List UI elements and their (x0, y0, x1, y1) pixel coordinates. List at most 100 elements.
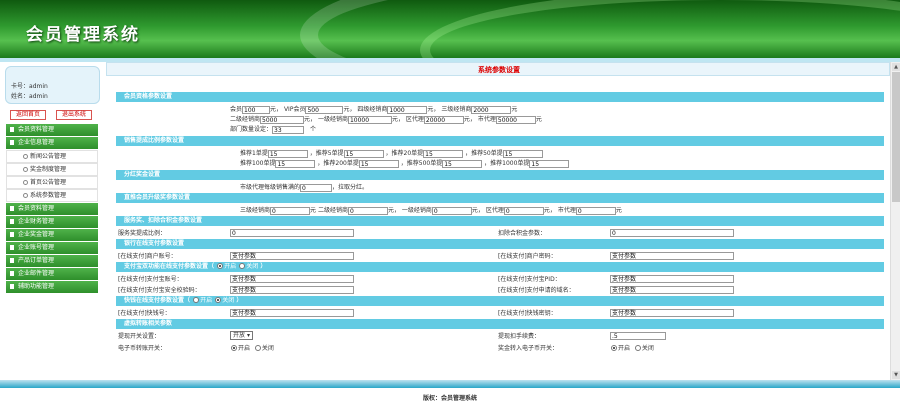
section-sales: 推荐1单提 15 ，推荐5单提 15 ，推荐20单提 15 ，推荐50单提 15 推荐1… (116, 146, 884, 170)
doc-icon (10, 245, 14, 250)
bonus-to-ecoin-off-radio[interactable] (634, 345, 641, 351)
direct-d3-input[interactable]: 0 (270, 206, 311, 215)
section-basic: 会员 100 元， VIP会员 500 元， 四级经销商 1000 元， 三级经销商 2000… (116, 102, 884, 136)
section-pay1: [在线支付]商户账号： 支付参数 [在线支付]商户密码： 支付参数 (116, 249, 884, 262)
vip-fee-input[interactable]: 500 (305, 105, 344, 114)
dist2-fee-input[interactable]: 5000 (260, 115, 305, 124)
page-title-bar: 系统参数设置 (106, 62, 890, 76)
section-header-bonus: 分红奖金设置 (116, 170, 884, 180)
dist3-fee-input[interactable]: 2000 (471, 105, 512, 114)
sidebar-sub-system-params[interactable]: 系统参数管理 (6, 189, 98, 202)
radio-icon (23, 180, 28, 185)
alipay-pid-input[interactable]: 支付参数 (610, 275, 734, 283)
sales-r2c1-input[interactable]: 15 (275, 159, 316, 168)
home-button[interactable]: 返回首页 (10, 110, 46, 120)
sidebar-item-account[interactable]: 企业账号管理 (6, 242, 98, 254)
dept-count-input[interactable]: 33 (272, 125, 305, 134)
alipay-on-radio[interactable] (217, 263, 224, 269)
bank-key-input[interactable]: 支付参数 (610, 252, 734, 260)
scroll-up-icon[interactable]: ▲ (892, 63, 900, 71)
section-direct: 三级经销商 0 元 二级经销商 0 元， 一级经销商 0 元， 区代理 0 元， 市代理 0 元 (116, 203, 884, 216)
sidebar-sub-bonus-rules[interactable]: 奖金制度管理 (6, 163, 98, 176)
withdraw-switch-select[interactable]: 开放 ▾ (230, 331, 253, 340)
section-bonus: 市级代理每级销售满的 0 ，拉取分红。 (116, 180, 884, 193)
sales-r1c1-input[interactable]: 15 (267, 149, 308, 158)
header-banner: 会员管理系统 (0, 0, 900, 58)
main-panel: 系统参数设置 ▲ ▼ 会员资格参数设置 会员 100 元， VIP会员 500 元， 四… (106, 62, 900, 380)
ecoin-on-radio[interactable] (231, 345, 237, 351)
kuaiqian-key-input[interactable]: 支付参数 (610, 309, 734, 317)
radio-icon (23, 167, 28, 172)
doc-icon (10, 206, 14, 211)
bonus-threshold-input[interactable]: 0 (300, 183, 333, 192)
direct-city-input[interactable]: 0 (575, 206, 616, 215)
direct-region-input[interactable]: 0 (503, 206, 544, 215)
direct-d1-input[interactable]: 0 (431, 206, 472, 215)
sidebar-item-member[interactable]: 会员资料管理 (6, 124, 98, 136)
section-service: 服务奖提成比例： 0 扣除合积金参数： 0 (116, 226, 884, 239)
sidebar-item-company-info[interactable]: 企业信息管理 (6, 137, 98, 149)
dist4-fee-input[interactable]: 1000 (387, 105, 428, 114)
logout-button[interactable]: 退出系统 (56, 110, 92, 120)
section-transfer: 提现开关设置： 开放 ▾ 提现扣手续费： .5 电子币转账开关： 开启 关闭 奖… (116, 329, 884, 359)
section-header-sales: 销售提成比例参数设置 (116, 136, 884, 146)
doc-icon (10, 219, 14, 224)
alipay-domain-input[interactable]: 支付参数 (610, 286, 734, 294)
deduct-param-input[interactable]: 0 (610, 229, 734, 237)
sidebar-item-member-2[interactable]: 会员资料管理 (6, 203, 98, 215)
sidebar-item-tools[interactable]: 辅助功能管理 (6, 281, 98, 293)
service-ratio-input[interactable]: 0 (230, 229, 354, 237)
sales-r2c4-input[interactable]: 15 (529, 159, 570, 168)
bank-merchant-input[interactable]: 支付参数 (230, 252, 354, 260)
member-fee-input[interactable]: 100 (242, 105, 271, 114)
scroll-down-icon[interactable]: ▼ (892, 371, 900, 379)
settings-form: 会员资格参数设置 会员 100 元， VIP会员 500 元， 四级经销商 1000 元， … (116, 80, 884, 380)
section-header-pay2: 支付宝双功能在线支付参数设置（ 开启 关闭 ） (116, 262, 884, 272)
alipay-account-input[interactable]: 支付参数 (230, 275, 354, 283)
copyright: 版权：会员管理系统 (422, 395, 477, 402)
withdraw-fee-input[interactable]: .5 (610, 332, 666, 340)
sales-r1c3-input[interactable]: 15 (423, 149, 464, 158)
kuaiqian-off-radio[interactable] (215, 297, 222, 303)
section-pay3: [在线支付]快钱号： 支付参数 [在线支付]快钱密钥： 支付参数 (116, 306, 884, 319)
alipay-secure-input[interactable]: 支付参数 (230, 286, 354, 294)
footer-bar (0, 380, 900, 388)
bonus-to-ecoin-on-radio[interactable] (611, 345, 617, 351)
scrollbar[interactable]: ▲ ▼ (890, 62, 900, 380)
sidebar-item-mail[interactable]: 企业邮件管理 (6, 268, 98, 280)
doc-icon (10, 258, 14, 263)
ecoin-off-radio[interactable] (254, 345, 261, 351)
direct-d2-input[interactable]: 0 (347, 206, 388, 215)
section-pay2: [在线支付]支付宝账号： 支付参数 [在线支付]支付宝PID： 支付参数 [在线… (116, 272, 884, 296)
sidebar-sub-news[interactable]: 新闻公告管理 (6, 150, 98, 163)
dist1-fee-input[interactable]: 10000 (347, 115, 392, 124)
sidebar-menu: 会员资料管理 企业信息管理 新闻公告管理 奖金制度管理 首页公告管理 系统参数管… (6, 124, 98, 294)
city-fee-input[interactable]: 50000 (495, 115, 536, 124)
sales-r1c4-input[interactable]: 15 (502, 149, 543, 158)
section-header-pay1: 银行在线支付参数设置 (116, 239, 884, 249)
sidebar: 卡号：admin 姓名：admin 返回首页 退出系统 会员资料管理 企业信息管… (0, 62, 104, 380)
sidebar-item-orders[interactable]: 产品订单管理 (6, 255, 98, 267)
doc-icon (10, 140, 14, 145)
sidebar-item-finance[interactable]: 企业财务管理 (6, 216, 98, 228)
section-header-basic: 会员资格参数设置 (116, 92, 884, 102)
sidebar-sub-home-notice[interactable]: 首页公告管理 (6, 176, 98, 189)
section-header-pay3: 快钱在线支付参数设置（ 开启 关闭 ） (116, 296, 884, 306)
region-fee-input[interactable]: 20000 (423, 115, 464, 124)
sales-r2c3-input[interactable]: 15 (442, 159, 483, 168)
kuaiqian-on-radio[interactable] (193, 297, 200, 303)
kuaiqian-id-input[interactable]: 支付参数 (230, 309, 354, 317)
radio-icon (23, 193, 28, 198)
scroll-thumb[interactable] (892, 72, 900, 202)
doc-icon (10, 284, 14, 289)
section-header-direct: 直推会员升级奖参数设置 (116, 193, 884, 203)
alipay-off-radio[interactable] (239, 263, 246, 269)
page-title: 系统参数设置 (478, 66, 520, 74)
dropdown-arrow-icon: ▾ (246, 332, 250, 339)
user-info-box: 卡号：admin 姓名：admin (5, 66, 100, 104)
sales-r2c2-input[interactable]: 15 (358, 159, 399, 168)
section-header-transfer: 虚拟转账相关参数 (116, 319, 884, 329)
sales-r1c2-input[interactable]: 15 (343, 149, 384, 158)
doc-icon (10, 232, 14, 237)
sidebar-item-bonus[interactable]: 企业奖金管理 (6, 229, 98, 241)
